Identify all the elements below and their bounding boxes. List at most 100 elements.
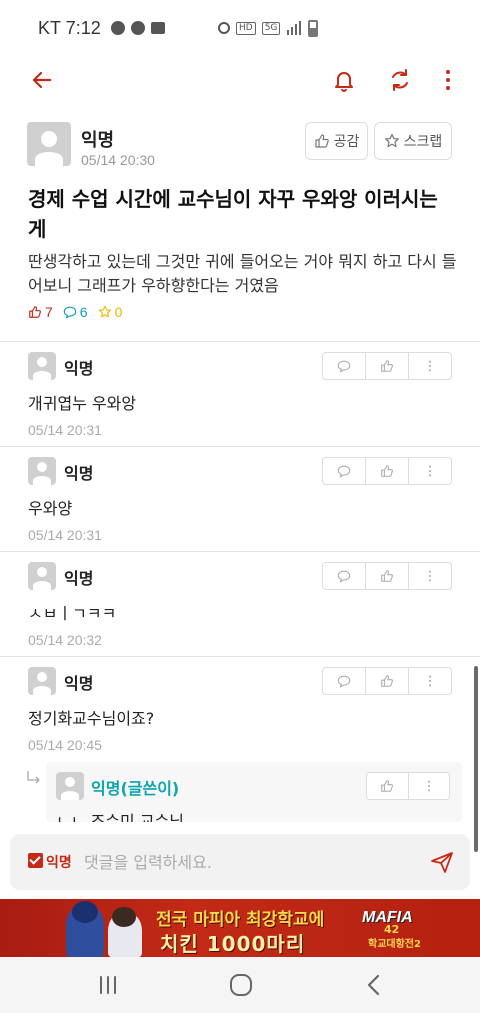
- thumbs-up-icon: [381, 570, 393, 582]
- reply-like-button[interactable]: [367, 773, 409, 799]
- scrollbar[interactable]: [474, 666, 478, 852]
- more-vert-icon[interactable]: [434, 66, 462, 94]
- ad-banner[interactable]: 전국 마피아 최강학교에 치킨 1000마리 MAFIA 42 학교대항전2: [0, 899, 480, 957]
- more-vert-icon: [428, 570, 432, 582]
- comment-avatar: [28, 352, 56, 380]
- bell-icon[interactable]: [330, 66, 358, 94]
- anonymous-checkbox[interactable]: [28, 853, 43, 868]
- post-scrap-button[interactable]: 스크랩: [374, 122, 452, 160]
- reply-item: 익명(글쓴이) ㄴㄴ 조수미 교수님: [0, 762, 480, 822]
- comment-text: ㅅㅂㅣㄱㅋㅋ: [28, 604, 117, 623]
- home-icon[interactable]: [227, 971, 255, 999]
- recent-apps-icon[interactable]: [94, 971, 122, 999]
- comment-actions: [322, 352, 452, 380]
- post-like-button[interactable]: 공감: [305, 122, 368, 160]
- anonymous-label: 익명: [46, 855, 72, 871]
- comment-input[interactable]: [84, 846, 414, 878]
- ad-headline: 전국 마피아 최강학교에: [156, 910, 325, 930]
- comment-more-button[interactable]: [409, 353, 451, 379]
- post-like-count: 7: [45, 304, 53, 320]
- network-icon: 5G: [261, 21, 281, 35]
- reply-actions: [366, 772, 450, 800]
- comment-icon: [337, 570, 351, 583]
- ad-subheadline: 치킨 1000마리: [160, 932, 306, 956]
- status-time: KT 7:12: [38, 17, 101, 38]
- comment-actions: [322, 457, 452, 485]
- music-icon: [110, 21, 125, 35]
- comment-item: 익명 우와양 05/14 20:31: [0, 447, 480, 552]
- comment-icon: [337, 465, 351, 478]
- ad-logo: MAFIA 42 학교대항전2: [354, 905, 458, 951]
- post-date: 05/14 20:30: [81, 152, 155, 168]
- back-icon[interactable]: [360, 971, 388, 999]
- thumbs-up-icon: [381, 675, 393, 687]
- comment-actions: [322, 562, 452, 590]
- comment-more-button[interactable]: [409, 668, 451, 694]
- comment-item: 익명 개귀엽누 우와앙 05/14 20:31: [0, 342, 480, 447]
- comment-author: 익명: [64, 569, 94, 588]
- comment-like-button[interactable]: [366, 563, 409, 589]
- comment-author: 익명: [64, 359, 94, 378]
- comment-input-bar: 익명: [10, 834, 470, 890]
- comment-date: 05/14 20:45: [28, 737, 102, 753]
- post-stats: 7 6 0: [28, 304, 122, 320]
- comment-date: 05/14 20:31: [28, 422, 102, 438]
- comment-date: 05/14 20:32: [28, 632, 102, 648]
- talk-icon: [130, 21, 145, 35]
- comment-author: 익명: [64, 464, 94, 483]
- comment-text: 정기화교수님이죠?: [28, 709, 155, 728]
- signal-icon: [287, 21, 302, 35]
- comment-avatar: [28, 457, 56, 485]
- comment-item: 익명 정기화교수님이죠? 05/14 20:45: [0, 657, 480, 762]
- comment-like-button[interactable]: [366, 353, 409, 379]
- more-vert-icon: [427, 780, 430, 792]
- alarm-icon: [218, 22, 230, 34]
- refresh-icon[interactable]: [386, 66, 414, 94]
- comment-date: 05/14 20:31: [28, 527, 102, 543]
- post-comment-stat: 6: [63, 304, 88, 320]
- status-bar: KT 7:12 HD 5G: [0, 0, 480, 56]
- comment-actions: [322, 667, 452, 695]
- system-nav-bar: [0, 957, 480, 1013]
- thumbs-up-icon: [29, 306, 41, 318]
- comment-more-button[interactable]: [409, 563, 451, 589]
- post-author: 익명: [81, 130, 115, 151]
- comment-like-button[interactable]: [366, 458, 409, 484]
- thumbs-up-icon: [381, 780, 394, 792]
- comment-icon: [63, 306, 77, 319]
- send-icon[interactable]: [428, 848, 456, 876]
- reply-button[interactable]: [323, 668, 366, 694]
- post-title: 경제 수업 시간에 교수님이 자꾸 우와앙 이러시는 게: [28, 187, 438, 241]
- thumbs-up-icon: [315, 134, 329, 148]
- post-scrap-label: 스크랩: [403, 134, 443, 150]
- thumbs-up-icon: [381, 465, 393, 477]
- reply-button[interactable]: [323, 563, 366, 589]
- more-vert-icon: [428, 360, 432, 372]
- star-icon: [98, 305, 111, 318]
- comment-author: 익명: [64, 674, 94, 693]
- star-icon: [384, 133, 399, 148]
- comment-avatar: [28, 562, 56, 590]
- status-left-icons: [110, 21, 165, 35]
- reply-more-button[interactable]: [409, 773, 450, 799]
- comment-like-button[interactable]: [366, 668, 409, 694]
- comment-item: 익명 ㅅㅂㅣㄱㅋㅋ 05/14 20:32: [0, 552, 480, 657]
- post-body: 딴생각하고 있는데 그것만 귀에 들어오는 거야 뭐지 하고 다시 들어보니 그…: [28, 252, 457, 295]
- comment-text: 개귀엽누 우와앙: [28, 394, 137, 413]
- reply-button[interactable]: [323, 353, 366, 379]
- more-vert-icon: [428, 465, 432, 477]
- more-vert-icon: [428, 675, 432, 687]
- reply-button[interactable]: [323, 458, 366, 484]
- comment-more-button[interactable]: [409, 458, 451, 484]
- thumbs-up-icon: [381, 360, 393, 372]
- top-toolbar: [0, 56, 480, 104]
- gallery-icon: [150, 22, 165, 34]
- ad-logo-subtitle: 학교대항전2: [368, 939, 421, 950]
- post-like-label: 공감: [333, 134, 360, 150]
- battery-icon: [308, 19, 319, 37]
- reply-author: 익명(글쓴이): [91, 779, 180, 798]
- reply-avatar: [56, 772, 84, 800]
- post-scrap-count: 0: [114, 304, 123, 320]
- back-arrow-icon[interactable]: [28, 66, 56, 94]
- comment-text: 우와양: [28, 499, 73, 518]
